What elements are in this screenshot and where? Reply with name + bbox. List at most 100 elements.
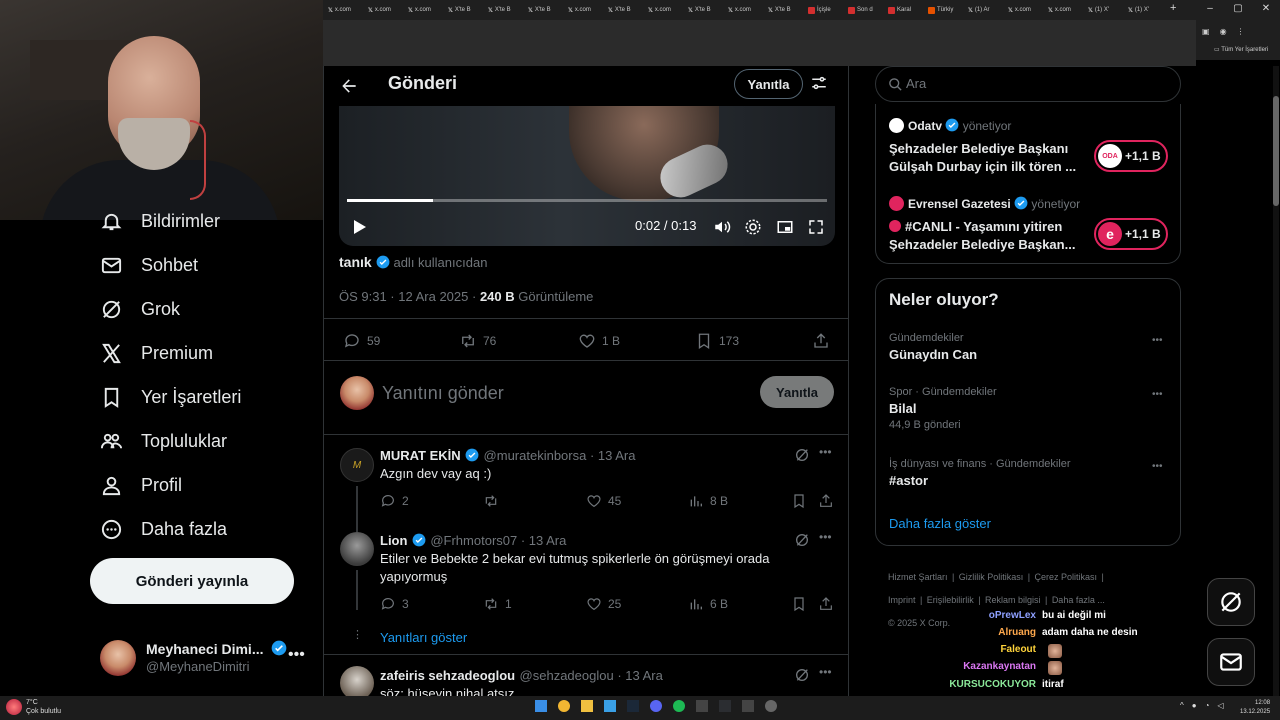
- more-dots-icon[interactable]: •••: [819, 665, 832, 679]
- minimize-icon[interactable]: –: [1196, 3, 1224, 14]
- scrollbar-thumb[interactable]: [1273, 96, 1279, 206]
- browser-tab[interactable]: 𝕏x.com: [405, 2, 443, 18]
- ad-brand[interactable]: Evrensel Gazetesi yönetiyor: [908, 196, 1080, 211]
- browser-tab[interactable]: 𝕏x.com: [325, 2, 363, 18]
- app-icon[interactable]: [765, 700, 777, 712]
- steam-icon[interactable]: [627, 700, 639, 712]
- speaker-icon[interactable]: ◁: [1217, 701, 1223, 710]
- reply-stat[interactable]: 2: [380, 493, 409, 509]
- page-scrollbar[interactable]: [1273, 66, 1279, 696]
- bookmark-icon[interactable]: [791, 596, 807, 612]
- footer-link-cookies[interactable]: Çerez Politikası: [1035, 572, 1098, 582]
- browser-tab[interactable]: İçişle: [805, 2, 843, 18]
- more-dots-icon[interactable]: •••: [288, 646, 305, 664]
- footer-link-privacy[interactable]: Gizlilik Politikası: [959, 572, 1024, 582]
- ad-headline[interactable]: #CANLI - Yaşamını yitiren Şehzadeler Bel…: [889, 218, 1075, 254]
- chrome-icon[interactable]: [558, 700, 570, 712]
- trend-item[interactable]: Gündemdekiler Günaydın Can: [889, 332, 977, 362]
- app-icon[interactable]: [719, 700, 731, 712]
- avatar[interactable]: [340, 532, 374, 566]
- reply-composer-input[interactable]: Yanıtını gönder: [382, 383, 504, 404]
- close-icon[interactable]: ✕: [1252, 3, 1280, 14]
- discord-icon[interactable]: [650, 700, 662, 712]
- play-icon[interactable]: [353, 219, 367, 235]
- reply-stat[interactable]: 3: [380, 596, 409, 612]
- spotify-icon[interactable]: [673, 700, 685, 712]
- browser-tab[interactable]: 𝕏 X'te B: [485, 2, 523, 18]
- share-icon[interactable]: [818, 596, 834, 612]
- video-progress-track[interactable]: [347, 199, 827, 202]
- ad-brand[interactable]: Odatv yönetiyor: [908, 118, 1011, 133]
- app-icon[interactable]: [696, 700, 708, 712]
- folder-icon[interactable]: [581, 700, 593, 712]
- browser-tab[interactable]: 𝕏x.com: [645, 2, 683, 18]
- sidebar-item-profil[interactable]: Profil: [100, 470, 182, 500]
- settings-gear-icon[interactable]: [744, 218, 762, 236]
- views-stat[interactable]: 8 B: [688, 493, 728, 509]
- back-arrow-icon[interactable]: [339, 76, 359, 96]
- bookmark-icon[interactable]: [791, 493, 807, 509]
- repost-stat[interactable]: [483, 493, 505, 509]
- wifi-icon[interactable]: ◔: [1205, 701, 1210, 710]
- footer-link-ads[interactable]: Reklam bilgisi: [985, 595, 1041, 605]
- grok-icon[interactable]: [794, 532, 810, 548]
- messages-fab[interactable]: [1207, 638, 1255, 686]
- like-stat[interactable]: 45: [586, 493, 621, 509]
- reply-header-button[interactable]: Yanıtla: [734, 69, 803, 99]
- more-dots-icon[interactable]: •••: [819, 530, 832, 544]
- extension-icon[interactable]: ▣: [1202, 27, 1210, 36]
- taskbar-clock[interactable]: 12:08 13.12.2025: [1240, 699, 1270, 717]
- grok-icon[interactable]: [794, 447, 810, 463]
- sidebar-item-topluluklar[interactable]: Topluluklar: [100, 426, 227, 456]
- sidebar-item-bildirimler[interactable]: Bildirimler: [100, 206, 220, 236]
- picture-in-picture-icon[interactable]: [776, 218, 794, 236]
- sidebar-item-daha-fazla[interactable]: Daha fazla: [100, 514, 227, 544]
- browser-tab[interactable]: 𝕏 X'te B: [605, 2, 643, 18]
- avatar[interactable]: [340, 666, 374, 696]
- browser-tab[interactable]: 𝕏 X'te B: [445, 2, 483, 18]
- new-tab-button[interactable]: +: [1170, 2, 1176, 14]
- volume-icon[interactable]: [713, 218, 731, 236]
- footer-link-terms[interactable]: Hizmet Şartları: [888, 572, 948, 582]
- start-icon[interactable]: [535, 700, 547, 712]
- store-icon[interactable]: [604, 700, 616, 712]
- like-stat[interactable]: 25: [586, 596, 621, 612]
- sidebar-item-yer-i-şaretleri[interactable]: Yer İşaretleri: [100, 382, 241, 412]
- weather-icon[interactable]: [6, 699, 22, 715]
- trend-item[interactable]: İş dünyası ve finans · Gündemdekiler #as…: [889, 458, 1071, 488]
- sidebar-item-grok[interactable]: Grok: [100, 294, 180, 324]
- views-stat[interactable]: 6 B: [688, 596, 728, 612]
- browser-tab[interactable]: 𝕏 X'te B: [525, 2, 563, 18]
- browser-tab[interactable]: 𝕏x.com: [365, 2, 403, 18]
- search-box[interactable]: Ara: [875, 66, 1181, 102]
- source-name[interactable]: tanık: [339, 254, 372, 270]
- video-player[interactable]: 0:02 / 0:13: [339, 106, 835, 246]
- browser-tab[interactable]: 𝕏 X'te B: [685, 2, 723, 18]
- more-dots-icon[interactable]: •••: [1152, 461, 1163, 472]
- trend-item[interactable]: Spor · Gündemdekiler Bilal 44,9 B gönder…: [889, 386, 997, 431]
- browser-tab[interactable]: 𝕏x.com: [1045, 2, 1083, 18]
- browser-tab[interactable]: 𝕏x.com: [565, 2, 603, 18]
- browser-tab[interactable]: 𝕏x.com: [1005, 2, 1043, 18]
- browser-tab[interactable]: Son d: [845, 2, 883, 18]
- share-icon[interactable]: [812, 332, 830, 350]
- all-bookmarks-button[interactable]: ▭ Tüm Yer İşaretleri: [1214, 46, 1268, 53]
- share-icon[interactable]: [818, 493, 834, 509]
- more-dots-icon[interactable]: •••: [1152, 335, 1163, 346]
- ad-headline[interactable]: Şehzadeler Belediye Başkanı Gülşah Durba…: [889, 140, 1076, 176]
- grok-icon[interactable]: [794, 667, 810, 683]
- footer-link-more[interactable]: Daha fazla ...: [1052, 595, 1105, 605]
- more-dots-icon[interactable]: •••: [1152, 389, 1163, 400]
- app-icon[interactable]: [742, 700, 754, 712]
- bookmark-stat[interactable]: 173: [695, 332, 739, 350]
- reply-submit-button[interactable]: Yanıtla: [760, 376, 834, 408]
- repost-stat[interactable]: 1: [483, 596, 512, 612]
- browser-tab[interactable]: 𝕏 (1) X': [1085, 2, 1123, 18]
- sidebar-item-sohbet[interactable]: Sohbet: [100, 250, 198, 280]
- sliders-icon[interactable]: [810, 74, 828, 92]
- browser-tab[interactable]: 𝕏x.com: [725, 2, 763, 18]
- post-button[interactable]: Gönderi yayınla: [90, 558, 294, 604]
- weather-widget[interactable]: 7°C Çok bulutlu: [26, 698, 61, 716]
- search-input[interactable]: Ara: [906, 76, 926, 91]
- show-more-link[interactable]: Daha fazla göster: [889, 516, 991, 531]
